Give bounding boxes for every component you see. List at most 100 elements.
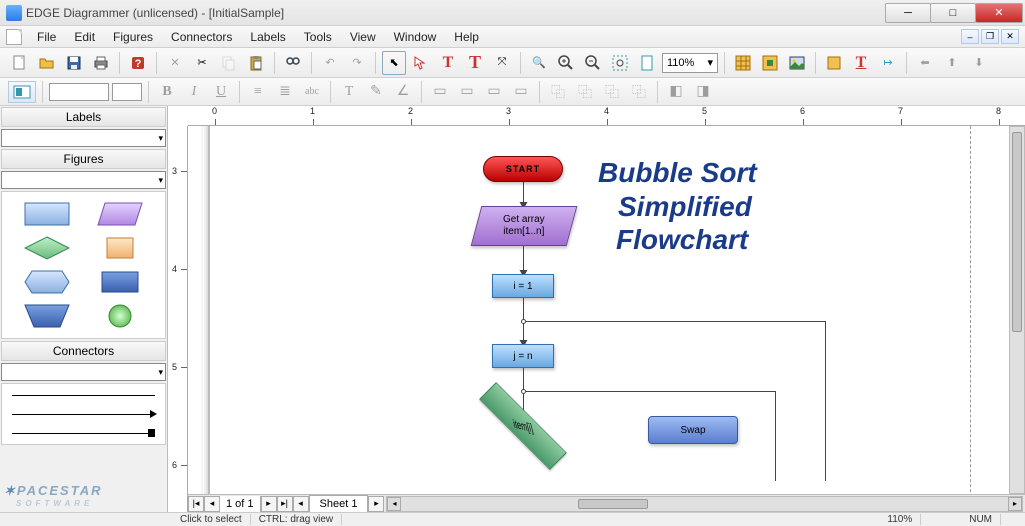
- menu-connectors[interactable]: Connectors: [162, 28, 241, 46]
- image-button[interactable]: [785, 51, 809, 75]
- labels-combo[interactable]: ▾: [1, 129, 166, 147]
- connectors-combo[interactable]: ▾: [1, 363, 166, 381]
- layer2-icon: ◨: [691, 81, 715, 103]
- save-button[interactable]: [62, 51, 86, 75]
- app-icon: [6, 5, 22, 21]
- grid-button[interactable]: [731, 51, 755, 75]
- node-get-array[interactable]: Get arrayitem[1..n]: [471, 206, 578, 246]
- menu-tools[interactable]: Tools: [295, 28, 341, 46]
- last-page-button[interactable]: ▸|: [277, 496, 293, 512]
- cut-button[interactable]: ✂: [190, 51, 214, 75]
- style-preview-button[interactable]: [8, 81, 36, 103]
- group3-icon: ▭: [482, 81, 506, 103]
- canvas[interactable]: Bubble Sort Simplified Flowchart START G…: [188, 126, 1025, 512]
- shape-diamond[interactable]: [14, 234, 81, 262]
- node-swap[interactable]: Swap: [648, 416, 738, 444]
- text-fill-button[interactable]: T: [337, 81, 361, 103]
- tab-scroll-left[interactable]: ◂: [293, 496, 309, 512]
- text-tool[interactable]: T: [436, 51, 460, 75]
- status-zoom: 110%: [879, 514, 921, 525]
- color-swatch-2[interactable]: [112, 83, 142, 101]
- send-back-icon: ⬇: [967, 51, 991, 75]
- first-page-button[interactable]: |◂: [188, 496, 204, 512]
- shape-trapezoid[interactable]: [14, 302, 81, 330]
- bring-front-icon: ⬆: [940, 51, 964, 75]
- arrange1-icon: ⿻: [546, 81, 570, 103]
- menu-figures[interactable]: Figures: [104, 28, 162, 46]
- menu-edit[interactable]: Edit: [65, 28, 104, 46]
- zoom-page-button[interactable]: [635, 51, 659, 75]
- status-hint2: CTRL: drag view: [251, 514, 342, 525]
- group4-icon: ▭: [509, 81, 533, 103]
- new-button[interactable]: [8, 51, 32, 75]
- italic-button[interactable]: I: [182, 81, 206, 103]
- shape-hex[interactable]: [14, 268, 81, 296]
- menu-window[interactable]: Window: [385, 28, 446, 46]
- align-left-button[interactable]: ≡: [246, 81, 270, 103]
- canvas-area: 0 1 2 3 4 5 6 7 8 3 4 5 6 Bubble Sort Si…: [168, 106, 1025, 512]
- menu-view[interactable]: View: [341, 28, 385, 46]
- paint-button[interactable]: ✎: [364, 81, 388, 103]
- maximize-button[interactable]: □: [930, 3, 976, 23]
- mdi-restore-button[interactable]: ❐: [981, 29, 999, 44]
- connector-arrow-open[interactable]: [12, 428, 155, 438]
- zoom-out-button[interactable]: [581, 51, 605, 75]
- labels-header[interactable]: Labels: [1, 107, 166, 127]
- menu-bar: File Edit Figures Connectors Labels Tool…: [0, 26, 1025, 48]
- abc-button[interactable]: abc: [300, 81, 324, 103]
- next-page-button[interactable]: ▸: [261, 496, 277, 512]
- shape-rect[interactable]: [14, 200, 81, 228]
- large-text-tool[interactable]: T: [463, 51, 487, 75]
- menu-file[interactable]: File: [28, 28, 65, 46]
- menu-help[interactable]: Help: [445, 28, 488, 46]
- paste-button[interactable]: [244, 51, 268, 75]
- node-start[interactable]: START: [483, 156, 563, 182]
- text-color-button[interactable]: T: [849, 51, 873, 75]
- print-button[interactable]: [89, 51, 113, 75]
- bold-button[interactable]: B: [155, 81, 179, 103]
- mdi-close-button[interactable]: ✕: [1001, 29, 1019, 44]
- fill-button[interactable]: [822, 51, 846, 75]
- connector-plain[interactable]: [12, 390, 155, 400]
- connectors-header[interactable]: Connectors: [1, 341, 166, 361]
- zoom-in-button[interactable]: [554, 51, 578, 75]
- color-swatch[interactable]: [49, 83, 109, 101]
- shape-small-rect[interactable]: [87, 234, 154, 262]
- pan-tool[interactable]: ⤧: [490, 51, 514, 75]
- close-button[interactable]: ✕: [975, 3, 1023, 23]
- zoom-combo[interactable]: 110%▾: [662, 53, 718, 73]
- find-button[interactable]: [281, 51, 305, 75]
- tab-scroll-right[interactable]: ▸: [368, 496, 384, 512]
- flowchart-title[interactable]: Bubble Sort Simplified Flowchart: [598, 156, 757, 257]
- connector-style-button[interactable]: ↦: [876, 51, 900, 75]
- select-text-tool[interactable]: [409, 51, 433, 75]
- arrange4-icon: ⿻: [627, 81, 651, 103]
- figures-header[interactable]: Figures: [1, 149, 166, 169]
- align-center-button[interactable]: ≣: [273, 81, 297, 103]
- minimize-button[interactable]: ─: [885, 3, 931, 23]
- prev-page-button[interactable]: ◂: [204, 496, 220, 512]
- horizontal-ruler: 0 1 2 3 4 5 6 7 8: [188, 106, 1025, 126]
- horizontal-scrollbar[interactable]: ◂▸: [386, 496, 1023, 512]
- shape-circle[interactable]: [87, 302, 154, 330]
- mdi-minimize-button[interactable]: –: [961, 29, 979, 44]
- help-button[interactable]: ?: [126, 51, 150, 75]
- highlight-button[interactable]: ∠: [391, 81, 415, 103]
- sheet-tab-1[interactable]: Sheet 1: [309, 495, 369, 512]
- menu-labels[interactable]: Labels: [241, 28, 294, 46]
- vertical-scrollbar[interactable]: [1009, 126, 1025, 494]
- page-edge: [208, 126, 210, 512]
- shape-para[interactable]: [87, 200, 154, 228]
- node-i-eq-1[interactable]: i = 1: [492, 274, 554, 298]
- snap-button[interactable]: [758, 51, 782, 75]
- figures-combo[interactable]: ▾: [1, 171, 166, 189]
- shape-dark-rect[interactable]: [87, 268, 154, 296]
- main-toolbar: ? ✕ ✂ ↶ ↷ ⬉ T T ⤧ 🔍 110%▾ T ↦ ⬅ ⬆ ⬇: [0, 48, 1025, 78]
- underline-button[interactable]: U: [209, 81, 233, 103]
- document-icon: [6, 29, 22, 45]
- zoom-fit-button[interactable]: [608, 51, 632, 75]
- select-tool[interactable]: ⬉: [382, 51, 406, 75]
- connector-arrow[interactable]: [12, 409, 155, 419]
- open-button[interactable]: [35, 51, 59, 75]
- zoom-tool[interactable]: 🔍: [527, 51, 551, 75]
